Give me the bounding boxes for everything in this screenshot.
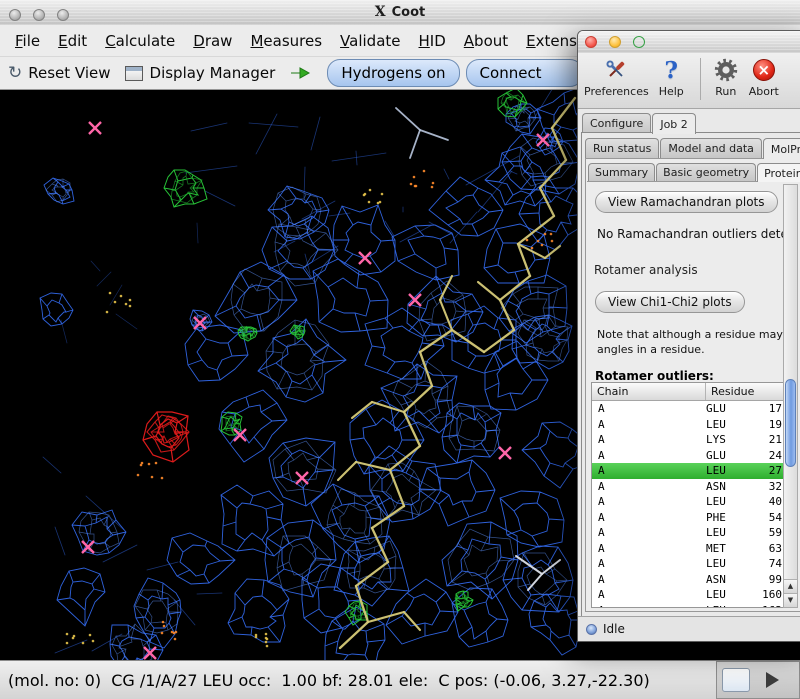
status-orb-icon xyxy=(586,624,597,635)
hydrogens-toggle[interactable]: Hydrogens on xyxy=(327,59,459,87)
rotamer-note: Note that although a residue may lie ang… xyxy=(597,327,799,357)
table-header: Chain Residue xyxy=(592,383,786,401)
table-row[interactable]: AGLU24 xyxy=(592,448,786,464)
reset-view-icon[interactable]: ↻ xyxy=(8,63,22,83)
table-row[interactable]: ALEU40 xyxy=(592,494,786,510)
run-button[interactable]: Run xyxy=(713,56,739,98)
column-chain[interactable]: Chain xyxy=(592,383,706,400)
tabs-outer: ConfigureJob 2 xyxy=(582,111,696,133)
rotamer-section-label: Rotamer analysis xyxy=(594,263,799,277)
ramachandran-message: No Ramachandran outliers detected xyxy=(597,227,793,241)
scrollbar-thumb[interactable] xyxy=(785,379,796,467)
tabs-inner: SummaryBasic geometryProteinClashes xyxy=(588,161,800,181)
tab-molprobity[interactable]: MolProbity xyxy=(763,138,800,159)
preferences-button[interactable]: Preferences xyxy=(584,56,649,98)
tab-job-2[interactable]: Job 2 xyxy=(652,113,695,134)
close-button[interactable] xyxy=(585,36,597,48)
table-row[interactable]: ALEU160 xyxy=(592,587,786,603)
minimize-button[interactable] xyxy=(609,36,621,48)
gear-icon xyxy=(713,56,739,84)
rotamer-outliers-label: Rotamer outliers: xyxy=(595,369,799,383)
tab-model-and-data[interactable]: Model and data xyxy=(660,138,762,158)
table-row[interactable]: AASN99 xyxy=(592,572,786,588)
green-arrow-icon xyxy=(289,65,311,81)
abort-icon: × xyxy=(753,56,775,84)
scrollbar-arrows: ▲▼ xyxy=(784,579,797,607)
tab-basic-geometry[interactable]: Basic geometry xyxy=(656,163,756,181)
validation-status-bar: Idle xyxy=(578,616,800,641)
rotamer-note-line2: angles in a residue. xyxy=(597,342,793,357)
tab-run-status[interactable]: Run status xyxy=(585,138,659,158)
view-ramachandran-button[interactable]: View Ramachandran plots xyxy=(595,191,778,213)
table-row[interactable]: AASN32 xyxy=(592,479,786,495)
scroll-up-icon[interactable]: ▲ xyxy=(784,579,797,593)
column-residue[interactable]: Residue xyxy=(706,385,754,398)
help-button[interactable]: ?Help xyxy=(659,56,684,98)
connect-toggle[interactable]: Connect xyxy=(466,59,583,87)
toolbar-item-label: Help xyxy=(659,85,684,98)
help-icon: ? xyxy=(665,56,678,84)
molprobity-pane: SummaryBasic geometryProteinClashes View… xyxy=(585,158,800,612)
reset-view-button[interactable]: Reset View xyxy=(28,64,110,82)
menu-validate[interactable]: Validate xyxy=(331,29,409,53)
tab-protein[interactable]: Protein xyxy=(757,163,800,182)
window-title: X Coot xyxy=(0,4,800,20)
validation-window: Preferences?HelpRun×Abort ConfigureJob 2… xyxy=(577,30,800,642)
table-row[interactable]: ALEU162 xyxy=(592,603,786,609)
zoom-button[interactable] xyxy=(633,36,645,48)
main-title-bar: X Coot xyxy=(0,0,800,26)
protein-tab-content: View Ramachandran plots No Ramachandran … xyxy=(587,181,799,610)
toolbar-item-label: Preferences xyxy=(584,85,649,98)
menu-draw[interactable]: Draw xyxy=(184,29,241,53)
scroll-down-icon[interactable]: ▼ xyxy=(784,593,797,607)
content-scrollbar[interactable]: ▲▼ xyxy=(783,184,798,608)
window-title-text: Coot xyxy=(392,5,426,20)
outliers-table: Chain Residue AGLU17ALEU19ALYS21AGLU24AL… xyxy=(591,382,787,608)
menu-measures[interactable]: Measures xyxy=(241,29,331,53)
menu-about[interactable]: About xyxy=(455,29,517,53)
validation-title-bar xyxy=(578,31,800,54)
screen: X Coot FileEditCalculateDrawMeasuresValid… xyxy=(0,0,800,699)
tabs-middle: Run statusModel and dataMolProbity xyxy=(585,136,800,158)
table-row[interactable]: ALEU74 xyxy=(592,556,786,572)
abort-button[interactable]: ×Abort xyxy=(749,56,779,98)
table-row[interactable]: ALEU19 xyxy=(592,417,786,433)
corner-scrollbar[interactable] xyxy=(722,668,750,692)
table-row[interactable]: AGLU17 xyxy=(592,401,786,417)
table-row[interactable]: APHE54 xyxy=(592,510,786,526)
menu-calculate[interactable]: Calculate xyxy=(96,29,184,53)
display-manager-button[interactable]: Display Manager xyxy=(150,64,276,82)
menu-file[interactable]: File xyxy=(6,29,49,53)
job-pane: Run statusModel and dataMolProbity Summa… xyxy=(581,132,800,617)
menu-edit[interactable]: Edit xyxy=(49,29,96,53)
tab-configure[interactable]: Configure xyxy=(582,113,651,133)
toolbar-item-label: Run xyxy=(715,85,736,98)
menu-hid[interactable]: HID xyxy=(410,29,455,53)
corner-panel xyxy=(716,661,800,699)
scroll-right-icon[interactable] xyxy=(766,672,779,688)
toolbar-item-label: Abort xyxy=(749,85,779,98)
x11-icon: X xyxy=(375,4,386,20)
view-chi-plots-button[interactable]: View Chi1-Chi2 plots xyxy=(595,291,745,313)
rotamer-note-line1: Note that although a residue may lie xyxy=(597,327,793,342)
tools-icon xyxy=(603,56,629,84)
table-row[interactable]: AMET63 xyxy=(592,541,786,557)
atom-status-text: (mol. no: 0) CG /1/A/27 LEU occ: 1.00 bf… xyxy=(8,671,650,690)
toolbar-separator xyxy=(700,58,701,100)
main-status-bar: (mol. no: 0) CG /1/A/27 LEU occ: 1.00 bf… xyxy=(0,660,800,699)
table-body: AGLU17ALEU19ALYS21AGLU24ALEU27AASN32ALEU… xyxy=(592,401,786,608)
tab-summary[interactable]: Summary xyxy=(588,163,655,181)
status-text: Idle xyxy=(603,622,625,636)
display-manager-icon[interactable] xyxy=(125,66,143,81)
table-row[interactable]: ALEU59 xyxy=(592,525,786,541)
table-row[interactable]: ALYS21 xyxy=(592,432,786,448)
validation-toolbar: Preferences?HelpRun×Abort xyxy=(578,53,800,109)
table-row[interactable]: ALEU27 xyxy=(592,463,786,479)
